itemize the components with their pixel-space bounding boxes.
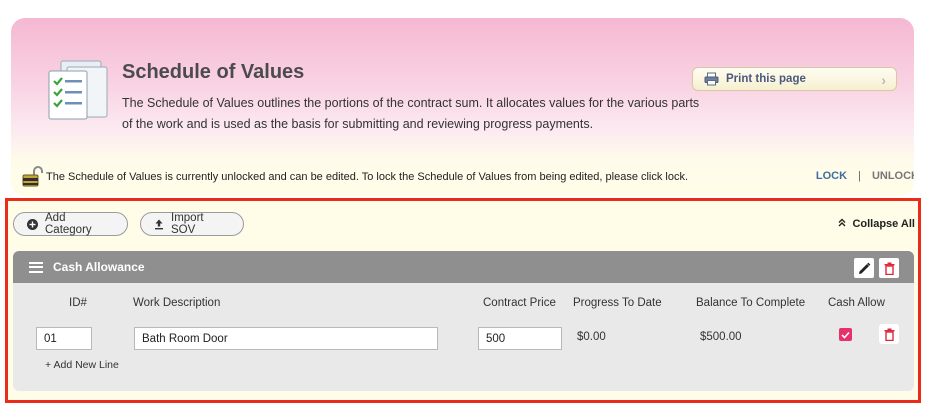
column-header-progress: Progress To Date (573, 297, 662, 309)
column-header-balance: Balance To Complete (696, 297, 806, 309)
print-page-label: Print this page (726, 73, 806, 85)
padlock-open-icon (22, 166, 43, 187)
id-input[interactable]: 01 (36, 327, 92, 350)
delete-category-button[interactable] (879, 258, 899, 278)
header-card: Schedule of Values The Schedule of Value… (11, 18, 914, 196)
category-title: Cash Allowance (53, 260, 145, 274)
lock-status-message: The Schedule of Values is currently unlo… (46, 171, 689, 183)
import-sov-label: Import SOV (171, 212, 204, 236)
trash-icon (884, 328, 894, 341)
page-description: The Schedule of Values outlines the port… (122, 96, 700, 131)
chevron-right-icon: › (881, 72, 886, 88)
double-chevron-up-icon (838, 218, 849, 230)
edit-category-button[interactable] (854, 258, 874, 278)
plus-circle-icon (27, 218, 38, 230)
column-header-id: ID# (69, 297, 87, 309)
printer-icon (704, 72, 719, 86)
category-panel: Cash Allowance ID# Work Description Cont… (13, 251, 914, 391)
add-category-label: Add Category (45, 212, 92, 236)
contract-price-input[interactable]: 500 (478, 327, 562, 350)
delete-row-button[interactable] (879, 324, 899, 344)
lock-link[interactable]: LOCK (816, 170, 847, 182)
progress-to-date-value: $0.00 (577, 331, 606, 343)
balance-to-complete-value: $500.00 (700, 331, 742, 343)
add-new-line-link[interactable]: + Add New Line (45, 359, 119, 371)
checkmark-icon (841, 331, 850, 339)
lock-separator: | (858, 170, 861, 182)
column-header-cash-allow: Cash Allow (828, 297, 885, 309)
document-checklist-icon (48, 60, 108, 120)
sov-editor-section: Add Category Import SOV Collapse All Cas… (5, 198, 921, 403)
add-category-button[interactable]: Add Category (13, 212, 128, 236)
page-title: Schedule of Values (122, 61, 305, 83)
drag-handle-icon[interactable] (29, 259, 43, 275)
collapse-all-label: Collapse All (852, 218, 915, 230)
category-header: Cash Allowance (13, 251, 914, 283)
import-sov-button[interactable]: Import SOV (140, 212, 244, 236)
pencil-icon (858, 262, 870, 274)
collapse-all-button[interactable]: Collapse All (838, 218, 915, 230)
column-header-contract-price: Contract Price (483, 297, 556, 309)
work-description-input[interactable]: Bath Room Door (134, 327, 438, 350)
print-page-button[interactable]: Print this page › (692, 67, 897, 91)
unlock-link[interactable]: UNLOCK (872, 170, 914, 182)
lock-controls: LOCK | UNLOCK (816, 170, 914, 182)
column-header-description: Work Description (133, 297, 221, 309)
cash-allow-checkbox[interactable] (839, 328, 852, 341)
trash-icon (884, 262, 894, 275)
upload-icon (154, 219, 164, 230)
lock-status-bar: The Schedule of Values is currently unlo… (22, 164, 914, 190)
